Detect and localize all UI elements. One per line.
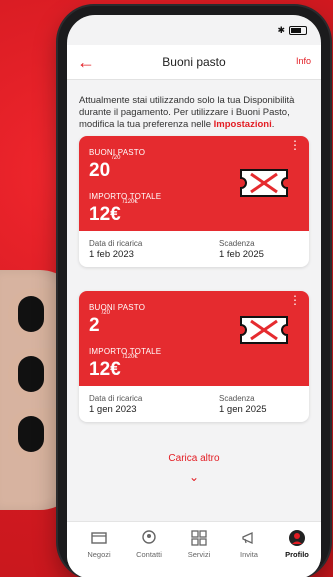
- voucher-card-header: ⋮ BUONI PASTO 20/20 IMPORTO TOTALE 12€/1…: [79, 136, 309, 231]
- meal-ticket-icon: [240, 169, 288, 197]
- tab-label: Negozi: [87, 550, 111, 559]
- scadenza-value: 1 feb 2025: [219, 249, 264, 260]
- tab-servizi[interactable]: Servizi: [175, 529, 223, 559]
- screen: ✱ ← Buoni pasto Info Attualmente stai ut…: [67, 15, 321, 577]
- tab-label: Contatti: [136, 550, 162, 559]
- ricarica-value: 1 gen 2023: [89, 404, 137, 415]
- more-options-icon[interactable]: ⋮: [289, 139, 301, 151]
- ricarica-label: Data di ricarica: [89, 239, 143, 248]
- fingernail: [18, 416, 44, 452]
- buoni-label: BUONI PASTO: [89, 303, 146, 312]
- tab-profilo[interactable]: Profilo: [273, 529, 321, 559]
- settings-link[interactable]: Impostazioni: [214, 119, 272, 130]
- battery-icon: [289, 26, 307, 35]
- tab-contatti[interactable]: Contatti: [125, 529, 173, 559]
- importo-amount: 12€: [89, 359, 121, 380]
- tab-label: Invita: [240, 550, 258, 559]
- importo-value: 12€/120€: [89, 199, 138, 226]
- scadenza-label: Scadenza: [219, 239, 255, 248]
- intro-text-suffix: .: [271, 119, 275, 130]
- scadenza-label: Scadenza: [219, 394, 255, 403]
- scadenza-col: Scadenza 1 gen 2025: [219, 394, 267, 415]
- nav-bar: ← Buoni pasto Info: [67, 45, 321, 80]
- store-icon: [91, 532, 107, 544]
- fingernail: [18, 356, 44, 392]
- stage: ✱ ← Buoni pasto Info Attualmente stai ut…: [0, 0, 333, 577]
- status-icons: ✱: [277, 25, 307, 36]
- buoni-total: /20: [112, 154, 121, 161]
- buoni-value: 20/20: [89, 155, 120, 182]
- tab-label: Profilo: [285, 550, 309, 559]
- chevron-down-icon[interactable]: ⌄: [188, 471, 200, 483]
- tab-negozi[interactable]: Negozi: [75, 529, 123, 559]
- voucher-card[interactable]: ⋮ BUONI PASTO 20/20 IMPORTO TOTALE 12€/1…: [79, 136, 309, 267]
- tab-bar: Negozi Contatti Servizi Invita Profilo: [67, 521, 321, 577]
- fingernail: [18, 296, 44, 332]
- more-options-icon[interactable]: ⋮: [289, 294, 301, 306]
- tab-invita[interactable]: Invita: [225, 529, 273, 559]
- ricarica-col: Data di ricarica 1 feb 2023: [89, 239, 142, 260]
- scadenza-col: Scadenza 1 feb 2025: [219, 239, 264, 260]
- voucher-card-footer: Data di ricarica 1 gen 2023 Scadenza 1 g…: [79, 386, 309, 422]
- avatar-icon: [289, 530, 305, 546]
- buoni-count: 20: [89, 160, 111, 181]
- ricarica-label: Data di ricarica: [89, 394, 143, 403]
- grid-icon: [191, 530, 207, 546]
- page-title: Buoni pasto: [162, 55, 226, 69]
- info-link[interactable]: Info: [296, 56, 311, 66]
- importo-total: /120€: [122, 353, 138, 360]
- importo-total: /120€: [122, 198, 138, 205]
- scadenza-value: 1 gen 2025: [219, 404, 267, 415]
- importo-value: 12€/120€: [89, 354, 138, 381]
- status-bar: ✱: [67, 15, 321, 43]
- buoni-value: 2/20: [89, 310, 110, 337]
- voucher-card-footer: Data di ricarica 1 feb 2023 Scadenza 1 f…: [79, 231, 309, 267]
- voucher-card[interactable]: ⋮ BUONI PASTO 2/20 IMPORTO TOTALE 12€/12…: [79, 291, 309, 422]
- importo-amount: 12€: [89, 204, 121, 225]
- voucher-card-header: ⋮ BUONI PASTO 2/20 IMPORTO TOTALE 12€/12…: [79, 291, 309, 386]
- tab-label: Servizi: [187, 550, 211, 559]
- buoni-count: 2: [89, 315, 100, 336]
- contacts-icon: [142, 530, 156, 544]
- meal-ticket-icon: [240, 316, 288, 344]
- buoni-total: /20: [101, 309, 110, 316]
- ricarica-value: 1 feb 2023: [89, 249, 134, 260]
- megaphone-icon: [242, 531, 253, 545]
- phone: ✱ ← Buoni pasto Info Attualmente stai ut…: [58, 6, 330, 577]
- ricarica-col: Data di ricarica 1 gen 2023: [89, 394, 142, 415]
- bluetooth-icon: ✱: [277, 25, 285, 35]
- load-more-button[interactable]: Carica altro: [67, 453, 321, 464]
- intro-text: Attualmente stai utilizzando solo la tua…: [79, 95, 309, 131]
